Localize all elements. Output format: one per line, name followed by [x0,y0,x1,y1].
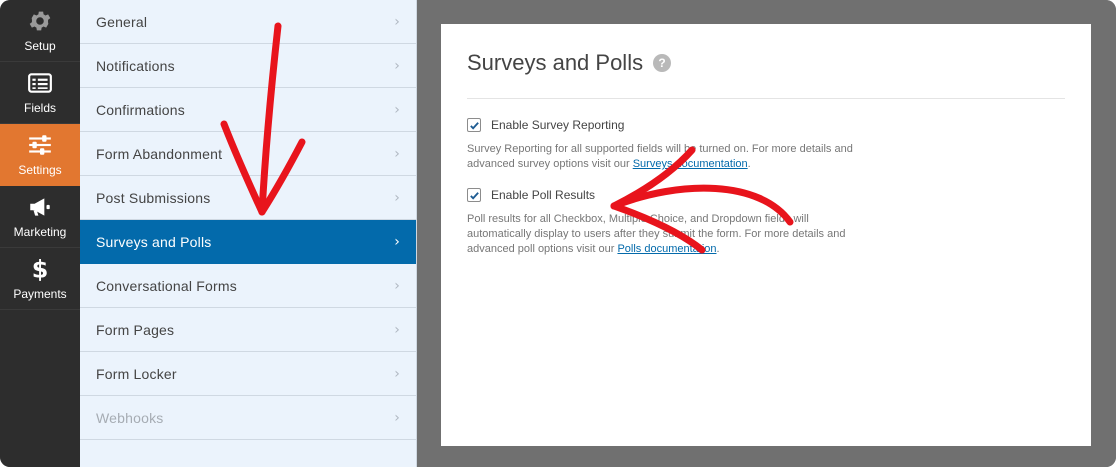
panel-item-general[interactable]: General › [80,0,416,44]
panel-item-label: Form Pages [96,321,175,338]
panel-item-notifications[interactable]: Notifications › [80,44,416,88]
chevron-right-icon: › [394,277,400,294]
chevron-right-icon: › [394,409,400,426]
panel-item-label: Notifications [96,57,175,74]
megaphone-icon [30,198,50,216]
settings-panel: General › Notifications › Confirmations … [80,0,417,467]
enable-survey-reporting-checkbox[interactable] [467,118,481,132]
dollar-icon: $ [32,256,49,282]
fields-icon [28,73,52,93]
panel-item-conversational-forms[interactable]: Conversational Forms › [80,264,416,308]
sidebar-item-label: Marketing [13,225,67,239]
panel-item-label: Form Abandonment [96,145,223,162]
surveys-documentation-link[interactable]: Surveys documentation [633,158,748,170]
checkmark-icon [469,191,479,200]
sidebar-item-label: Settings [18,163,62,177]
panel-item-label: Confirmations [96,101,185,118]
sidebar-item-label: Setup [24,39,56,53]
sidebar-item-settings[interactable]: Settings [0,124,80,186]
panel-item-label: General [96,13,148,30]
gear-icon [29,11,51,31]
sidebar-item-label: Payments [13,287,67,301]
panel-item-label: Webhooks [96,409,164,426]
sliders-icon [29,135,51,155]
enable-survey-reporting-option[interactable]: Enable Survey Reporting [467,118,1065,132]
description-text-end: . [747,158,751,170]
chevron-right-icon: › [394,189,400,206]
sidebar-item-label: Fields [23,101,56,115]
settings-card: Surveys and Polls ? Enable Survey Report… [441,24,1091,446]
sidebar-item-fields[interactable]: Fields [0,62,80,124]
page-title: Surveys and Polls [467,50,644,75]
chevron-right-icon: › [394,145,400,162]
checkmark-icon [469,121,479,130]
panel-item-label: Form Locker [96,365,177,382]
sidebar-item-payments[interactable]: $ Payments [0,248,80,310]
panel-item-form-locker[interactable]: Form Locker › [80,352,416,396]
chevron-right-icon: › [394,101,400,118]
panel-item-form-abandonment[interactable]: Form Abandonment › [80,132,416,176]
help-icon[interactable]: ? [653,54,672,72]
panel-item-form-pages[interactable]: Form Pages › [80,308,416,352]
panel-item-label: Post Submissions [96,189,211,206]
page-title-row: Surveys and Polls ? [467,50,1065,76]
panel-item-post-submissions[interactable]: Post Submissions › [80,176,416,220]
enable-poll-results-checkbox[interactable] [467,188,481,202]
chevron-right-icon: › [394,233,400,250]
svg-text:$: $ [32,256,49,282]
sidebar-item-setup[interactable]: Setup [0,0,80,62]
panel-item-confirmations[interactable]: Confirmations › [80,88,416,132]
app-window: Setup Fields Settings Marketing $ Paymen… [0,0,1116,467]
panel-item-webhooks[interactable]: Webhooks › [80,396,416,440]
chevron-right-icon: › [394,13,400,30]
enable-poll-results-option[interactable]: Enable Poll Results [467,188,1065,202]
settings-content: Surveys and Polls ? Enable Survey Report… [417,0,1116,467]
polls-documentation-link[interactable]: Polls documentation [617,243,716,255]
survey-reporting-description: Survey Reporting for all supported field… [467,142,857,172]
option-label: Enable Poll Results [491,188,596,202]
description-text-end: . [716,243,720,255]
builder-sidebar: Setup Fields Settings Marketing $ Paymen… [0,0,80,467]
chevron-right-icon: › [394,321,400,338]
panel-item-surveys-and-polls[interactable]: Surveys and Polls › [80,220,416,264]
sidebar-item-marketing[interactable]: Marketing [0,186,80,248]
option-label: Enable Survey Reporting [491,118,625,132]
poll-results-description: Poll results for all Checkbox, Multiple … [467,212,857,257]
chevron-right-icon: › [394,57,400,74]
divider [467,98,1065,99]
panel-item-label: Surveys and Polls [96,233,212,250]
chevron-right-icon: › [394,365,400,382]
panel-item-label: Conversational Forms [96,277,237,294]
